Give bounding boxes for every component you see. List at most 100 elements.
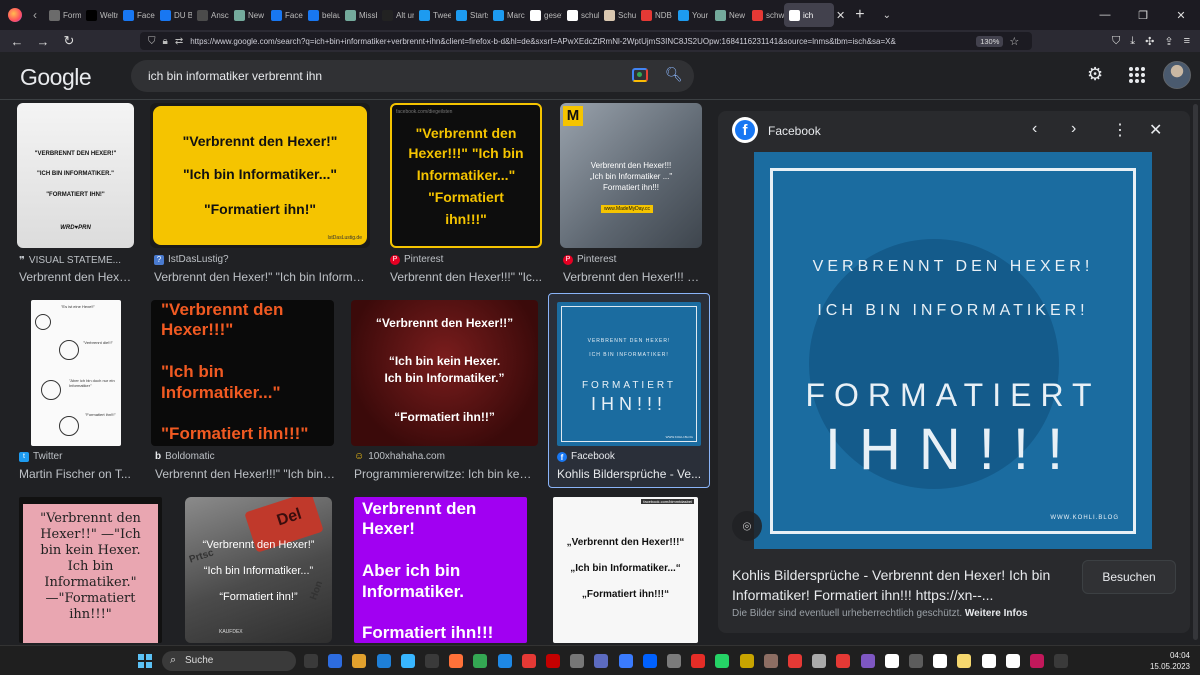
forward-button[interactable]: → [30,34,56,49]
result-source[interactable]: f Facebook [557,451,615,462]
taskbar-app-icon[interactable] [570,654,585,668]
preview-title[interactable]: Kohlis Bildersprüche - Verbrennt den Hex… [732,565,1072,605]
result-title[interactable]: Verbrennt den Hexer!" "Ich bin Informat.… [154,270,369,284]
share-icon[interactable]: ⇪ [1164,35,1173,48]
result-title[interactable]: Kohlis Bildersprüche - Ve... [557,467,702,481]
taskbar-app-icon[interactable] [981,654,996,668]
browser-tab[interactable]: Startse [451,3,488,27]
taskbar-app-icon[interactable] [376,654,391,668]
taskbar-app-icon[interactable] [957,654,972,668]
previous-image-icon[interactable]: ‹ [1032,120,1037,138]
permissions-icon[interactable]: ⇄ [175,36,183,47]
search-icon[interactable]: 🔍︎ [665,66,683,83]
taskbar-search[interactable]: ⌕ Suche [162,651,296,671]
result-title[interactable]: Programmiererwitze: Ich bin kein... [354,467,534,481]
reload-button[interactable]: ↻ [56,33,82,49]
close-preview-icon[interactable]: ✕ [1149,120,1162,140]
browser-tab[interactable]: Missb [340,3,377,27]
browser-tab[interactable]: Form [44,3,81,27]
maximize-button[interactable]: ❐ [1124,9,1162,22]
result-source[interactable]: ? IstDasLustig? [154,254,229,265]
taskbar-app-icon[interactable] [352,654,367,668]
firefox-menu-icon[interactable] [8,8,22,22]
taskbar-app-icon[interactable] [425,654,439,668]
taskbar-app-icon[interactable] [884,654,899,668]
taskbar-app-icon[interactable] [715,654,730,668]
taskbar-app-icon[interactable] [836,654,851,668]
result-source[interactable]: b Boldomatic [155,451,215,462]
visit-button[interactable]: Besuchen [1082,560,1176,594]
windows-start-icon[interactable] [138,654,152,668]
result-thumbnail[interactable]: facebook.com/bimmtdasbei „Verbrennt den … [553,497,698,643]
taskbar-app-icon[interactable] [812,654,827,668]
lens-search-icon[interactable]: ⌾ [732,511,762,541]
result-source[interactable]: ❞ VISUAL STATEME... [19,254,121,267]
settings-gear-icon[interactable]: ⚙ [1087,64,1103,85]
taskbar-app-icon[interactable] [497,654,512,668]
taskbar-app-icon[interactable] [667,654,681,668]
result-title[interactable]: Verbrennt den Hexer!!!" "Ic... [390,270,542,284]
browser-tab[interactable]: schule [562,3,599,27]
taskbar-app-icon[interactable] [933,654,948,668]
browser-tab[interactable]: DU Bl [155,3,192,27]
result-title[interactable]: Verbrennt den Hexer!!!" "Ich bin ... [155,467,335,481]
browser-tab[interactable]: Faceb [118,3,155,27]
taskbar-app-icon[interactable] [1030,654,1044,668]
result-thumbnail[interactable]: Del Prtsc Hon “Verbrennt den Hexer!” “Ic… [185,497,332,643]
taskbar-app-icon[interactable] [546,654,560,668]
browser-tab[interactable]: Alt un [377,3,414,27]
browser-tab[interactable]: belaus [303,3,340,27]
search-box[interactable]: ich bin informatiker verbrennt ihn 🔍︎ [131,60,694,92]
new-tab-button[interactable]: + [855,6,864,24]
result-source[interactable]: P Pinterest [390,254,443,265]
browser-tab[interactable]: Marc [488,3,525,27]
taskbar-app-icon[interactable] [618,654,633,668]
close-window-button[interactable]: ✕ [1162,9,1200,22]
browser-tab[interactable]: Weltr [81,3,118,27]
browser-tab[interactable]: NDB / [636,3,673,27]
taskbar-app-icon[interactable] [1054,654,1069,668]
list-all-tabs-icon[interactable]: ⌄ [883,10,891,21]
tab-scroll-left-icon[interactable]: ‹ [30,8,40,22]
result-source[interactable]: P Pinterest [563,254,616,265]
taskbar-app-icon[interactable] [400,654,415,668]
search-query[interactable]: ich bin informatiker verbrennt ihn [148,69,322,83]
google-logo[interactable]: Google [20,64,92,91]
result-source[interactable]: t Twitter [19,451,62,462]
result-thumbnail[interactable]: M Verbrennt den Hexer!!! „Ich bin Inform… [560,103,702,248]
browser-tab[interactable]: gesetz [525,3,562,27]
more-options-icon[interactable]: ⋮ [1112,120,1128,140]
downloads-icon[interactable]: ⤓ [1130,35,1135,48]
menu-icon[interactable]: ≡ [1184,35,1190,47]
result-source[interactable]: ☺ 100xhahaha.com [354,451,445,462]
lock-icon[interactable]: 🔒︎ [163,36,168,47]
browser-tab[interactable]: Schul [599,3,636,27]
preview-image[interactable]: VERBRENNT DEN HEXER! ICH BIN INFORMATIKE… [754,152,1152,549]
browser-tab[interactable]: New c [229,3,266,27]
taskbar-app-icon[interactable] [763,654,778,668]
taskbar-app-icon[interactable] [1005,654,1020,668]
taskbar-app-icon[interactable] [691,654,706,668]
extensions-icon[interactable]: ✣ [1145,35,1154,48]
zoom-level[interactable]: 130% [976,35,1004,47]
browser-tab[interactable]: Tweet [414,3,451,27]
bookmark-star-icon[interactable]: ☆ [1009,35,1019,48]
back-button[interactable]: ← [4,34,30,49]
url-text[interactable]: https://www.google.com/search?q=ich+bin+… [190,37,970,46]
google-apps-icon[interactable] [1129,67,1145,83]
result-thumbnail[interactable]: VERBRENNT DEN HEXER! ICH BIN INFORMATIKE… [557,302,701,446]
close-tab-icon[interactable]: ✕ [836,9,845,22]
taskbar-app-icon[interactable] [328,654,343,668]
result-thumbnail[interactable]: facebook.com/diegeilsten "Verbrennt den … [390,103,542,248]
result-title[interactable]: Martin Fischer on T... [19,467,131,481]
taskbar-app-icon[interactable] [860,654,875,668]
browser-tab[interactable]: schwe [747,3,784,27]
browser-tab[interactable]: New c [710,3,747,27]
taskbar-app-icon[interactable] [909,654,923,668]
preview-site-name[interactable]: Facebook [768,124,821,138]
result-title[interactable]: Verbrennt den Hexer!!! "I... [563,270,703,284]
result-thumbnail[interactable]: "Es ist eine Hexe!!" "Verbrennt die!!!" … [31,300,121,446]
taskbar-app-icon[interactable] [521,654,536,668]
next-image-icon[interactable]: › [1071,120,1076,138]
taskbar-app-icon[interactable] [449,654,464,668]
